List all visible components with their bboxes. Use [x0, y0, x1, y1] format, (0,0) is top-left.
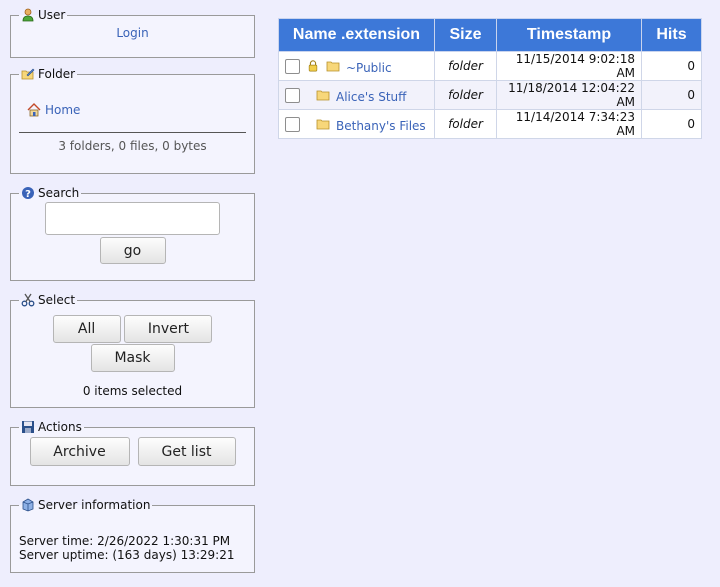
name-cell: Bethany's Files — [278, 109, 435, 139]
login-link[interactable]: Login — [116, 26, 148, 40]
server-time: Server time: 2/26/2022 1:30:31 PM — [19, 534, 231, 548]
row-checkbox[interactable] — [285, 116, 300, 132]
server-icon — [22, 498, 34, 512]
hits-cell: 0 — [641, 109, 702, 139]
table-row: Bethany's Files folder 11/14/2014 7:34:2… — [278, 109, 702, 139]
size-cell: folder — [434, 80, 497, 110]
select-all-button[interactable]: All — [52, 315, 121, 343]
folder-icon — [326, 61, 340, 72]
column-name[interactable]: Name .extension — [278, 18, 435, 52]
selection-status: 0 items selected — [82, 384, 183, 398]
save-icon — [22, 421, 34, 433]
user-icon — [22, 8, 34, 22]
folder-link[interactable]: Alice's Stuff — [336, 90, 406, 104]
folder-link[interactable]: ~Public — [346, 61, 392, 75]
server-info-legend: Server information — [19, 498, 152, 512]
column-timestamp[interactable]: Timestamp — [496, 18, 642, 52]
hits-cell: 0 — [641, 51, 702, 81]
size-cell: folder — [434, 51, 497, 81]
folder-legend: Folder — [19, 67, 77, 81]
folder-icon — [316, 90, 330, 101]
column-hits[interactable]: Hits — [641, 18, 702, 52]
folder-link[interactable]: Bethany's Files — [336, 119, 426, 133]
folder-stats: 3 folders, 0 files, 0 bytes — [58, 139, 207, 153]
server-info-panel: Server information Server time: 2/26/202… — [10, 498, 255, 573]
search-input[interactable] — [45, 202, 220, 235]
go-button[interactable]: go — [99, 237, 166, 264]
row-checkbox[interactable] — [285, 87, 300, 103]
select-invert-button[interactable]: Invert — [124, 315, 213, 343]
folder-icon — [316, 119, 330, 130]
table-header-row: Name .extension Size Timestamp Hits — [278, 18, 702, 52]
server-uptime: Server uptime: (163 days) 13:29:21 — [19, 548, 235, 562]
folder-edit-icon — [21, 68, 35, 80]
column-size[interactable]: Size — [434, 18, 497, 52]
select-legend: Select — [19, 293, 77, 307]
user-legend: User — [19, 8, 67, 22]
name-cell: ~Public — [278, 51, 435, 81]
size-cell: folder — [434, 109, 497, 139]
timestamp-cell: 11/14/2014 7:34:23 AM — [496, 109, 642, 139]
search-panel: ? Search go — [10, 186, 255, 281]
user-panel: User Login — [10, 8, 255, 58]
name-cell: Alice's Stuff — [278, 80, 435, 110]
actions-legend: Actions — [19, 420, 84, 434]
select-mask-button[interactable]: Mask — [90, 344, 175, 372]
file-table: Name .extension Size Timestamp Hits ~Pub… — [278, 18, 702, 139]
timestamp-cell: 11/15/2014 9:02:18 AM — [496, 51, 642, 81]
folder-panel: Folder Home 3 folders, 0 files, 0 bytes — [10, 67, 255, 174]
lock-icon — [308, 60, 318, 72]
archive-button[interactable]: Archive — [29, 437, 130, 466]
home-link[interactable]: Home — [45, 103, 80, 117]
home-icon — [27, 103, 41, 117]
folder-divider — [19, 132, 246, 133]
get-list-button[interactable]: Get list — [137, 437, 236, 466]
table-row: Alice's Stuff folder 11/18/2014 12:04:22… — [278, 80, 702, 110]
svg-text:?: ? — [25, 189, 31, 200]
search-legend: ? Search — [19, 186, 81, 200]
hits-cell: 0 — [641, 80, 702, 110]
timestamp-cell: 11/18/2014 12:04:22 AM — [496, 80, 642, 110]
scissors-icon — [21, 293, 35, 307]
table-row: ~Public folder 11/15/2014 9:02:18 AM 0 — [278, 51, 702, 81]
row-checkbox[interactable] — [285, 58, 300, 74]
select-panel: Select All Invert Mask 0 items selected — [10, 293, 255, 408]
actions-panel: Actions Archive Get list — [10, 420, 255, 486]
help-icon: ? — [22, 187, 34, 200]
